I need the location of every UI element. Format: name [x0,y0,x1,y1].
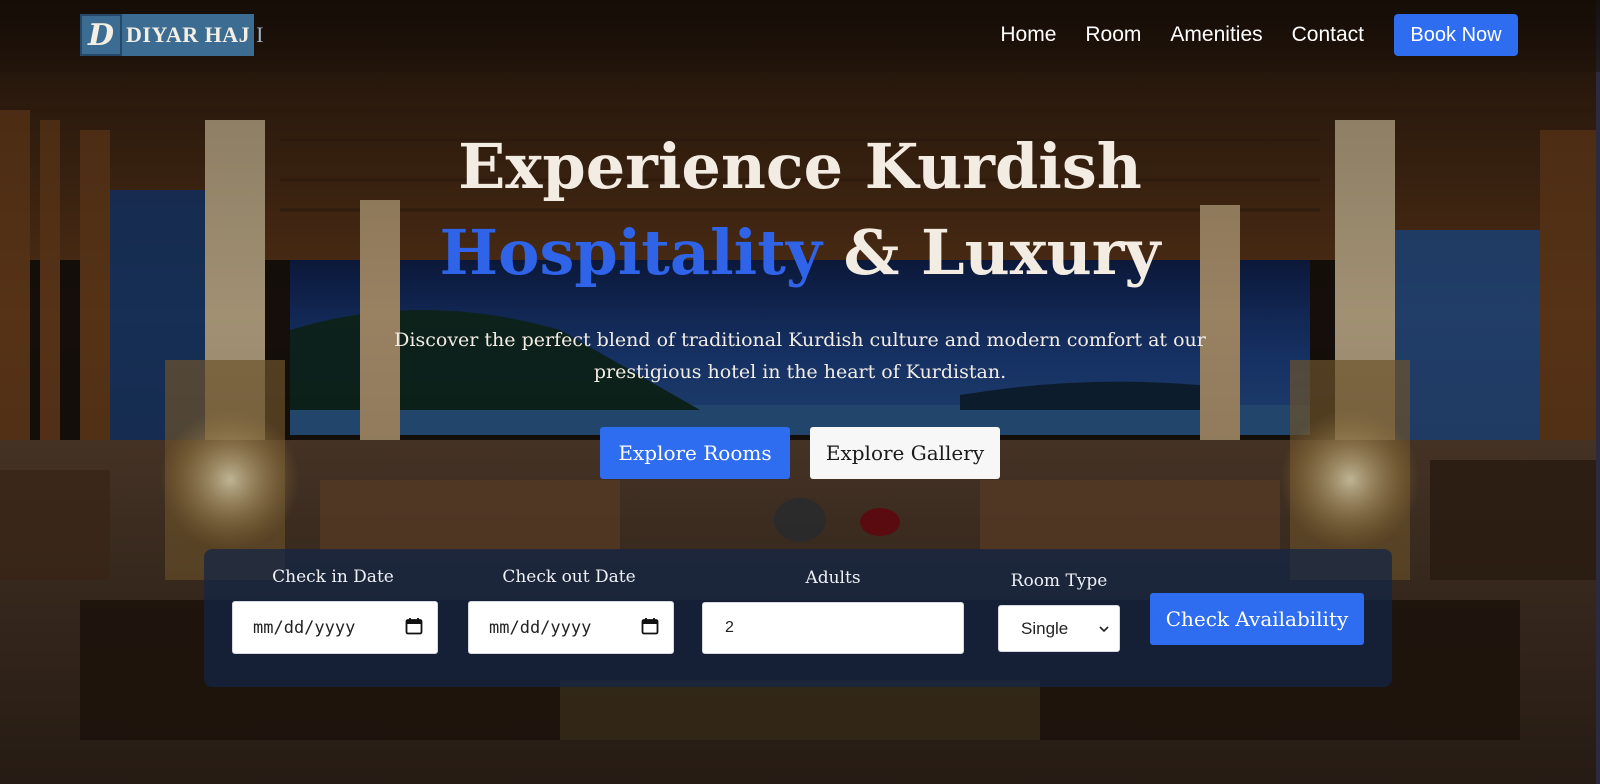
check-out-input[interactable]: mm/dd/yyyy [468,601,674,654]
explore-gallery-button[interactable]: Explore Gallery [810,427,1000,479]
check-availability-button[interactable]: Check Availability [1150,593,1364,645]
hero-title-line1: Experience Kurdish [458,130,1142,203]
main-nav: Home Room Amenities Contact Book Now [1000,14,1518,56]
book-now-button[interactable]: Book Now [1394,14,1518,56]
nav-link-amenities[interactable]: Amenities [1170,23,1262,47]
check-in-placeholder: mm/dd/yyyy [253,617,356,638]
room-type-label: Room Type [1010,571,1108,591]
nav-link-home[interactable]: Home [1000,23,1056,47]
brand-name: DIYAR HAJ [122,14,255,56]
room-type-selected: Single [1021,618,1069,638]
hero-title-rest: & Luxury [821,216,1161,289]
adults-label: Adults [805,568,861,588]
chevron-down-icon [1099,626,1109,633]
logo-badge-icon: D [80,14,122,56]
check-in-input[interactable]: mm/dd/yyyy [232,601,438,654]
brand-logo[interactable]: D DIYAR HAJ I [80,14,263,56]
room-type-select[interactable]: Single [998,605,1120,652]
hero-subtitle: Discover the perfect blend of traditiona… [394,329,1206,383]
hero-title-accent: Hospitality [439,216,822,289]
nav-link-contact[interactable]: Contact [1292,23,1364,47]
nav-link-room[interactable]: Room [1085,23,1141,47]
hero-actions: Explore Rooms Explore Gallery [0,427,1600,479]
check-in-label: Check in Date [272,567,394,587]
check-out-placeholder: mm/dd/yyyy [489,617,592,638]
calendar-icon[interactable] [405,617,423,635]
brand-name-tail: I [256,22,264,47]
calendar-icon[interactable] [641,617,659,635]
hero-title-line2: Hospitality & Luxury [0,222,1600,284]
explore-rooms-button[interactable]: Explore Rooms [600,427,790,479]
top-navbar: D DIYAR HAJ I Home Room Amenities Contac… [0,0,1600,72]
adults-input[interactable]: 2 [702,602,964,654]
adults-value: 2 [725,619,734,636]
logo-letter: D [87,17,114,53]
booking-form: Check in Date mm/dd/yyyy Check out Date … [204,549,1392,687]
check-out-label: Check out Date [502,567,636,587]
